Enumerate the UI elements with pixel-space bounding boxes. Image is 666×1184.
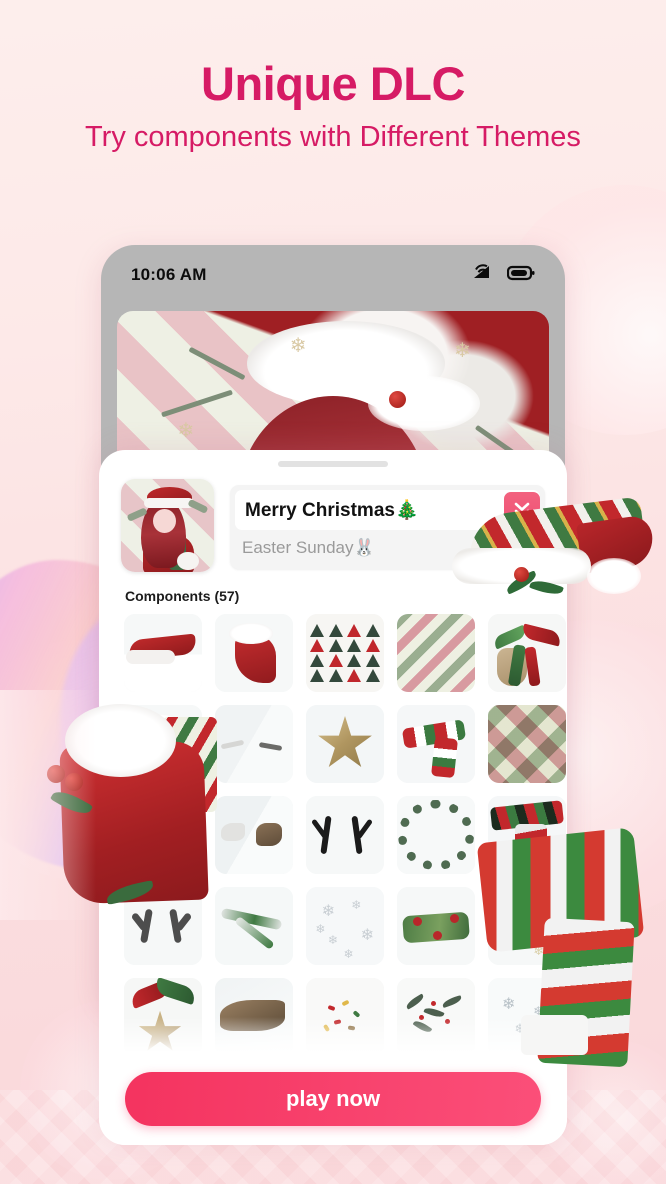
battery-icon [506, 265, 535, 286]
snowflake-icon: ❄ [453, 340, 471, 362]
component-gold-star[interactable] [306, 705, 384, 783]
avatar-fur-puff [176, 551, 200, 571]
component-striped-scarf[interactable] [397, 705, 475, 783]
striped-scarf-prop [470, 820, 666, 1070]
component-white-antlers[interactable] [215, 705, 293, 783]
snowflake-icon: ❄ [289, 335, 307, 357]
component-leaf-garland[interactable] [397, 887, 475, 965]
component-black-antlers[interactable] [306, 796, 384, 874]
page-subtitle: Try components with Different Themes [85, 121, 581, 153]
component-holly-wreath[interactable] [397, 796, 475, 874]
avatar-hat-fur [144, 497, 195, 508]
component-candy-stripe-pattern[interactable] [397, 614, 475, 692]
avatar[interactable] [121, 479, 214, 572]
component-santa-hat[interactable] [124, 614, 202, 692]
hat-fur-pom [367, 376, 480, 431]
pine-sprig-2 [161, 389, 234, 418]
status-bar-icons [471, 263, 535, 287]
play-now-button[interactable]: play now [125, 1072, 541, 1126]
component-reindeer-dove[interactable] [215, 796, 293, 874]
component-christmas-tree-pattern[interactable] [306, 614, 384, 692]
avatar-face [152, 508, 176, 533]
component-brown-wing[interactable] [215, 978, 293, 1056]
pine-sprig-1 [188, 346, 246, 381]
snowflake-icon: ❄ [177, 420, 195, 442]
component-ribbon-bow-sack[interactable] [488, 614, 566, 692]
avatar-leaf [187, 499, 209, 514]
promo-text-block: Unique DLC Try components with Different… [0, 60, 666, 152]
status-bar: 10:06 AM [101, 245, 565, 305]
component-snowy-branch[interactable] [215, 887, 293, 965]
component-star-bow[interactable] [124, 978, 202, 1056]
component-confetti-candy[interactable] [306, 978, 384, 1056]
page-title: Unique DLC [201, 57, 465, 110]
red-santa-coat-prop [32, 700, 217, 915]
striped-santa-hat-prop [452, 488, 657, 608]
status-bar-clock: 10:06 AM [131, 265, 207, 284]
component-argyle-pattern[interactable] [488, 705, 566, 783]
component-botanical-sprigs[interactable] [397, 978, 475, 1056]
component-snowflakes[interactable]: ❄ ❄ ❄ ❄ ❄ ❄ [306, 887, 384, 965]
component-santa-coat[interactable] [215, 614, 293, 692]
wifi-signal-icon [471, 263, 493, 287]
